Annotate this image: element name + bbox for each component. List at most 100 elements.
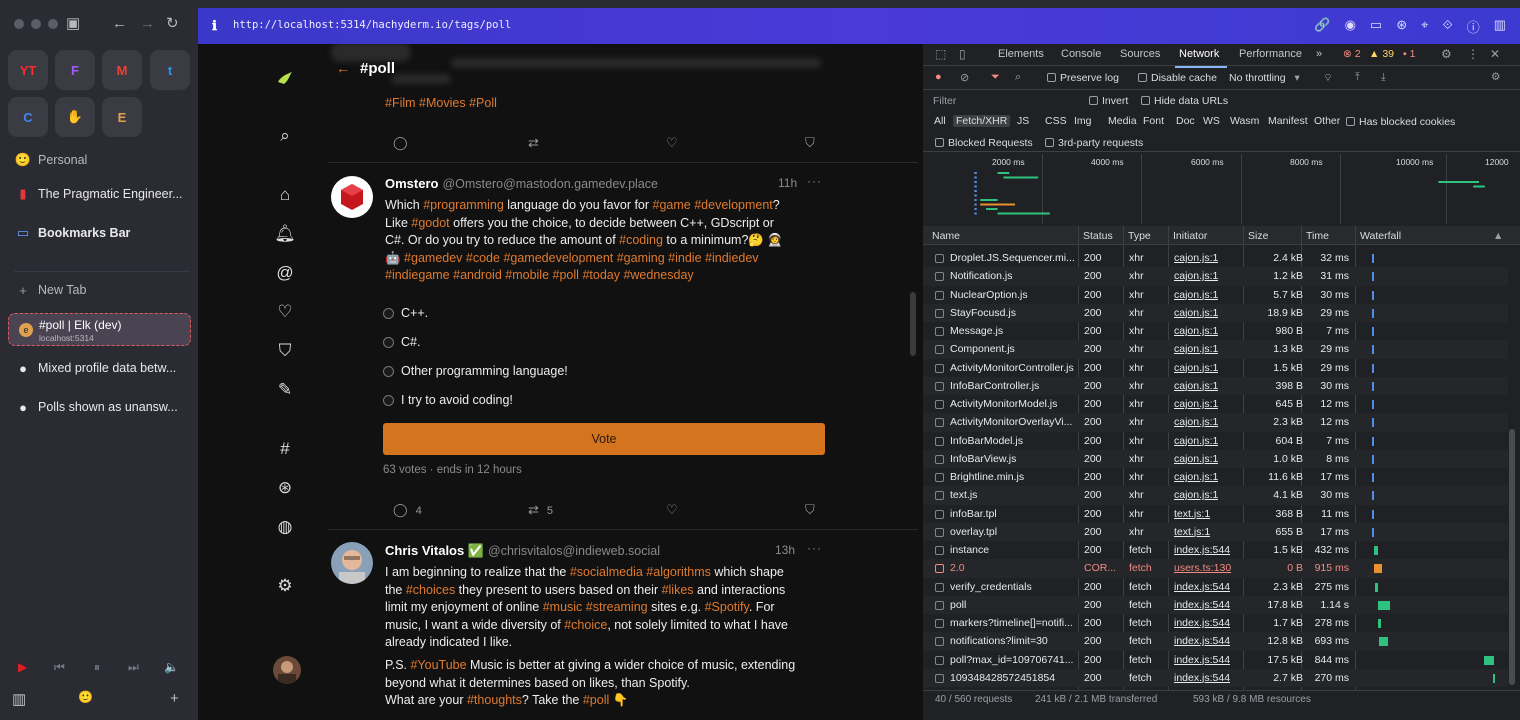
warning-badge[interactable]: ▲ 39 bbox=[1369, 48, 1394, 60]
boost-icon[interactable]: ⇄ bbox=[528, 135, 539, 151]
request-name[interactable]: NuclearOption.js bbox=[950, 289, 1075, 301]
hashtag-link[interactable]: #gaming bbox=[617, 251, 665, 265]
request-initiator[interactable]: index.js:544 bbox=[1174, 672, 1230, 684]
request-name[interactable]: poll bbox=[950, 599, 1075, 611]
request-name[interactable]: instance bbox=[950, 544, 1075, 556]
row-checkbox[interactable] bbox=[935, 546, 944, 555]
back-arrow-icon[interactable]: ← bbox=[336, 60, 350, 76]
request-name[interactable]: InfoBarModel.js bbox=[950, 435, 1075, 447]
mention-icon[interactable]: @ bbox=[274, 263, 296, 283]
radio-button[interactable] bbox=[383, 365, 394, 377]
row-checkbox[interactable] bbox=[935, 290, 944, 300]
kebab-menu-icon[interactable]: ⋮ bbox=[1467, 47, 1479, 61]
devtools-icon[interactable]: ⟐ bbox=[1442, 17, 1452, 36]
request-name[interactable]: text.js bbox=[950, 489, 1075, 501]
hashtag-link[interactable]: #development bbox=[694, 198, 773, 212]
hashtag-link[interactable]: #coding bbox=[619, 233, 663, 247]
row-checkbox[interactable] bbox=[935, 381, 944, 391]
sidebar-item-pragmatic-engineer[interactable]: ▮ The Pragmatic Engineer... bbox=[14, 184, 190, 204]
extension-icon[interactable]: ⊛ bbox=[1396, 17, 1407, 36]
request-initiator[interactable]: index.js:544 bbox=[1174, 599, 1230, 611]
feed-scrollbar[interactable] bbox=[910, 292, 916, 356]
request-initiator[interactable]: cajon.js:1 bbox=[1174, 325, 1218, 337]
request-initiator[interactable]: cajon.js:1 bbox=[1174, 252, 1218, 264]
post-time[interactable]: 13h bbox=[775, 543, 795, 557]
record-icon[interactable]: ● bbox=[935, 71, 942, 83]
volume-icon[interactable]: 🔈 bbox=[164, 660, 179, 674]
search-icon[interactable]: ⌕ bbox=[1015, 71, 1021, 84]
request-name[interactable]: overlay.tpl bbox=[950, 526, 1075, 538]
hashtag-link[interactable]: #gamedev bbox=[404, 251, 462, 265]
hashtag-link[interactable]: #today bbox=[582, 268, 620, 282]
device-toolbar-icon[interactable]: ▯ bbox=[959, 47, 966, 61]
request-row[interactable]: Component.js 200 xhr cajon.js:1 1.3 kB 29 ms bbox=[923, 340, 1508, 359]
hashtag-link[interactable]: #music bbox=[543, 600, 583, 614]
globe-icon[interactable]: ◍ bbox=[274, 517, 296, 537]
request-name[interactable]: verify_credentials bbox=[950, 581, 1075, 593]
hashtag-link[interactable]: #poll bbox=[583, 693, 609, 707]
favorite-pin[interactable]: M bbox=[102, 50, 142, 90]
tab-console[interactable]: Console bbox=[1061, 48, 1101, 60]
request-initiator[interactable]: index.js:544 bbox=[1174, 635, 1230, 647]
third-party-checkbox[interactable]: 3rd-party requests bbox=[1045, 137, 1143, 149]
request-name[interactable]: 2.0 bbox=[950, 562, 1075, 574]
more-options-icon[interactable]: ··· bbox=[807, 541, 822, 555]
type-filter-wasm[interactable]: Wasm bbox=[1230, 115, 1259, 127]
author-display-name[interactable]: Chris Vitalos ✅ bbox=[385, 543, 484, 558]
row-checkbox[interactable] bbox=[935, 582, 944, 592]
request-initiator[interactable]: index.js:544 bbox=[1174, 544, 1230, 556]
row-checkbox[interactable] bbox=[935, 491, 944, 501]
bookmark-icon[interactable]: ⛉ bbox=[805, 502, 815, 518]
request-row[interactable]: markers?timeline[]=notifi... 200 fetch inde… bbox=[923, 614, 1508, 632]
bookmark-icon[interactable]: ⛉ bbox=[805, 135, 815, 151]
space-personal[interactable]: 🙂 Personal bbox=[14, 150, 190, 170]
request-row[interactable]: poll 200 fetch index.js:544 17.8 kB 1.14 s bbox=[923, 595, 1508, 614]
media-pause-icon[interactable]: ⏸ bbox=[94, 660, 100, 675]
add-space-icon[interactable]: + bbox=[170, 690, 179, 707]
request-row[interactable]: NuclearOption.js 200 xhr cajon.js:1 5.7 kB 30… bbox=[923, 286, 1508, 304]
type-filter-img[interactable]: Img bbox=[1074, 115, 1092, 127]
type-filter-other[interactable]: Other bbox=[1314, 115, 1340, 127]
row-checkbox[interactable] bbox=[935, 254, 944, 263]
bookmark-icon[interactable]: ⛉ bbox=[274, 341, 296, 361]
wifi-icon[interactable]: ⌔ bbox=[1323, 71, 1333, 85]
back-arrow-icon[interactable]: ← bbox=[112, 15, 127, 33]
hashtag-link[interactable]: #choice bbox=[564, 618, 607, 632]
type-filter-font[interactable]: Font bbox=[1143, 115, 1164, 127]
request-initiator[interactable]: cajon.js:1 bbox=[1174, 416, 1218, 428]
request-initiator[interactable]: cajon.js:1 bbox=[1174, 435, 1218, 447]
filter-icon[interactable]: ⏷ bbox=[991, 71, 1000, 84]
more-tabs-icon[interactable]: » bbox=[1316, 48, 1322, 60]
radio-button[interactable] bbox=[383, 394, 394, 406]
reload-icon[interactable]: ↻ bbox=[166, 15, 179, 33]
request-name[interactable]: InfoBarController.js bbox=[950, 380, 1075, 392]
sidebar-item-bookmarks-bar[interactable]: ▭ Bookmarks Bar bbox=[14, 223, 190, 243]
request-row[interactable]: poll?max_id=109706741... 200 fetch index.js… bbox=[923, 651, 1508, 669]
hashtag-link[interactable]: #wednesday bbox=[623, 268, 693, 282]
row-checkbox[interactable] bbox=[935, 473, 944, 482]
row-checkbox[interactable] bbox=[935, 673, 944, 683]
avatar[interactable] bbox=[331, 542, 373, 584]
hashtag-link[interactable]: #indie bbox=[668, 251, 701, 265]
post-time[interactable]: 11h bbox=[778, 176, 797, 190]
camera-icon[interactable]: ◉ bbox=[1345, 17, 1356, 36]
error-badge[interactable]: ⊗ 2 bbox=[1343, 48, 1361, 60]
type-filter-manifest[interactable]: Manifest bbox=[1268, 115, 1308, 127]
request-initiator[interactable]: index.js:544 bbox=[1174, 617, 1230, 629]
tab-mixed-profile[interactable]: ● Mixed profile data betw... bbox=[14, 358, 190, 378]
target-icon[interactable]: ⌖ bbox=[1421, 17, 1428, 36]
row-checkbox[interactable] bbox=[935, 436, 944, 446]
new-tab-button[interactable]: + New Tab bbox=[14, 280, 190, 300]
type-filter-doc[interactable]: Doc bbox=[1176, 115, 1195, 127]
author-handle[interactable]: @Omstero@mastodon.gamedev.place bbox=[442, 177, 658, 191]
sidebar-toggle-icon[interactable]: ▣ bbox=[66, 15, 80, 33]
type-filter-media[interactable]: Media bbox=[1108, 115, 1137, 127]
request-name[interactable]: ActivityMonitorController.js bbox=[950, 362, 1075, 374]
row-checkbox[interactable] bbox=[935, 327, 944, 336]
column-time[interactable]: Time bbox=[1306, 230, 1329, 242]
tab-network[interactable]: Network bbox=[1179, 48, 1219, 60]
blocked-requests-checkbox[interactable]: Blocked Requests bbox=[935, 137, 1033, 149]
request-row[interactable]: infoBar.tpl 200 xhr text.js:1 368 B 11 ms bbox=[923, 505, 1508, 523]
export-icon[interactable]: ⤓ bbox=[1381, 71, 1386, 84]
request-name[interactable]: Message.js bbox=[950, 325, 1075, 337]
